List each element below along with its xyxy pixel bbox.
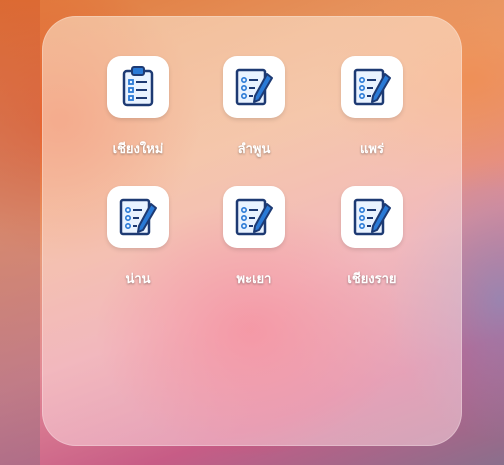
app-phayao[interactable]: พะเยา: [196, 186, 306, 316]
app-nan[interactable]: น่าน: [80, 186, 190, 316]
form-pencil-icon[interactable]: [223, 186, 285, 248]
app-label: ลำพูน: [237, 142, 271, 157]
form-pencil-icon[interactable]: [341, 186, 403, 248]
app-phrae[interactable]: แพร่: [314, 56, 424, 186]
form-pencil-icon[interactable]: [341, 56, 403, 118]
app-label: เชียงใหม่: [112, 142, 164, 157]
app-label: แพร่: [360, 142, 384, 157]
form-pencil-icon[interactable]: [107, 186, 169, 248]
app-lamphun[interactable]: ลำพูน: [196, 56, 306, 186]
form-pencil-icon[interactable]: [223, 56, 285, 118]
app-chiang-rai[interactable]: เชียงราย: [314, 186, 424, 316]
app-chiang-mai[interactable]: เชียงใหม่: [80, 56, 190, 186]
clipboard-checklist-icon[interactable]: [107, 56, 169, 118]
app-label: พะเยา: [236, 272, 272, 287]
app-label: เชียงราย: [347, 272, 397, 287]
wallpaper-background: [0, 0, 40, 465]
app-label: น่าน: [125, 272, 151, 287]
